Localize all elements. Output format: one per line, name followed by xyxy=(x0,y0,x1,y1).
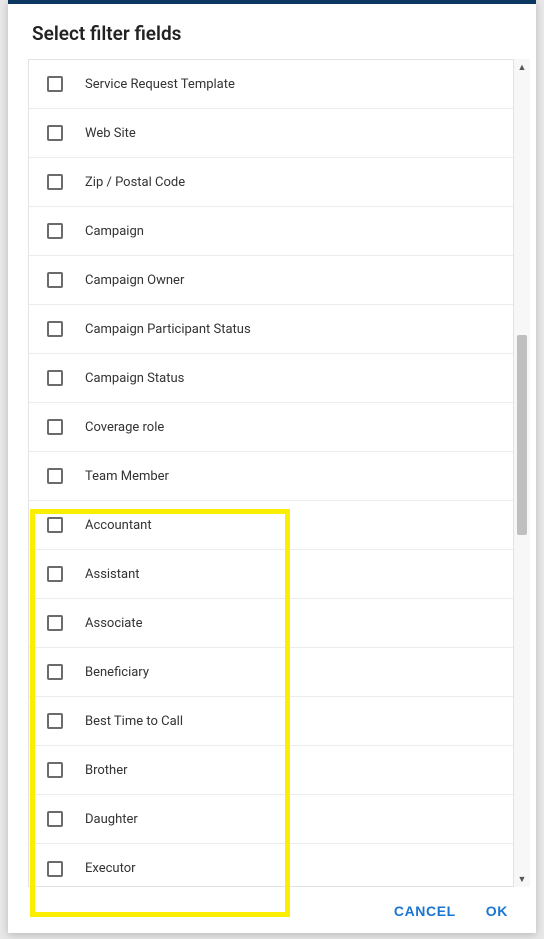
list-item[interactable]: Daughter xyxy=(29,795,513,844)
list-item[interactable]: Coverage role xyxy=(29,403,513,452)
list-item[interactable]: Web Site xyxy=(29,109,513,158)
item-label: Brother xyxy=(85,763,128,778)
cancel-button[interactable]: CANCEL xyxy=(394,903,456,919)
item-label: Executor xyxy=(85,861,136,876)
list-item[interactable]: Brother xyxy=(29,746,513,795)
item-label: Accountant xyxy=(85,518,152,533)
dialog-title: Select filter fields xyxy=(32,22,512,45)
scroll-down-icon[interactable]: ▼ xyxy=(514,871,530,887)
dialog-header: Select filter fields xyxy=(8,4,536,59)
item-label: Service Request Template xyxy=(85,77,235,92)
checkbox[interactable] xyxy=(47,664,63,680)
item-label: Beneficiary xyxy=(85,665,149,680)
list-item[interactable]: Best Time to Call xyxy=(29,697,513,746)
checkbox[interactable] xyxy=(47,76,63,92)
dialog-footer: CANCEL OK xyxy=(8,887,536,933)
checkbox[interactable] xyxy=(47,419,63,435)
checkbox[interactable] xyxy=(47,566,63,582)
list-item[interactable]: Campaign Participant Status xyxy=(29,305,513,354)
list-item[interactable]: Campaign Status xyxy=(29,354,513,403)
list-item[interactable]: Team Member xyxy=(29,452,513,501)
checkbox[interactable] xyxy=(47,762,63,778)
item-label: Assistant xyxy=(85,567,140,582)
list-item[interactable]: Service Request Template xyxy=(29,60,513,109)
item-label: Campaign Status xyxy=(85,371,184,386)
checkbox[interactable] xyxy=(47,321,63,337)
list-item[interactable]: Assistant xyxy=(29,550,513,599)
scrollbar[interactable]: ▲ ▼ xyxy=(514,59,530,887)
list-item[interactable]: Campaign xyxy=(29,207,513,256)
scroll-wrap: Service Request Template Web Site Zip / Po… xyxy=(8,59,536,887)
scroll-thumb[interactable] xyxy=(517,335,527,535)
checkbox[interactable] xyxy=(47,517,63,533)
item-label: Campaign Owner xyxy=(85,273,184,288)
checkbox[interactable] xyxy=(47,861,63,877)
checkbox[interactable] xyxy=(47,174,63,190)
item-label: Zip / Postal Code xyxy=(85,175,185,190)
checkbox[interactable] xyxy=(47,125,63,141)
checkbox[interactable] xyxy=(47,468,63,484)
list-item[interactable]: Executor xyxy=(29,844,513,887)
item-label: Associate xyxy=(85,616,143,631)
item-label: Web Site xyxy=(85,126,136,141)
item-label: Campaign xyxy=(85,224,144,239)
ok-button[interactable]: OK xyxy=(486,903,508,919)
item-label: Coverage role xyxy=(85,420,164,435)
scroll-track[interactable] xyxy=(514,75,530,871)
list-item[interactable]: Associate xyxy=(29,599,513,648)
scroll-up-icon[interactable]: ▲ xyxy=(514,59,530,75)
list-item[interactable]: Accountant xyxy=(29,501,513,550)
checkbox[interactable] xyxy=(47,811,63,827)
item-label: Campaign Participant Status xyxy=(85,322,251,337)
checkbox[interactable] xyxy=(47,713,63,729)
item-label: Best Time to Call xyxy=(85,714,183,729)
checkbox[interactable] xyxy=(47,223,63,239)
item-label: Daughter xyxy=(85,812,138,827)
list-item[interactable]: Campaign Owner xyxy=(29,256,513,305)
checkbox[interactable] xyxy=(47,370,63,386)
checkbox[interactable] xyxy=(47,272,63,288)
list-item[interactable]: Beneficiary xyxy=(29,648,513,697)
checkbox[interactable] xyxy=(47,615,63,631)
filter-list: Service Request Template Web Site Zip / Po… xyxy=(28,59,514,887)
item-label: Team Member xyxy=(85,469,169,484)
list-item[interactable]: Zip / Postal Code xyxy=(29,158,513,207)
dialog: Select filter fields Service Request Tem… xyxy=(8,0,536,933)
